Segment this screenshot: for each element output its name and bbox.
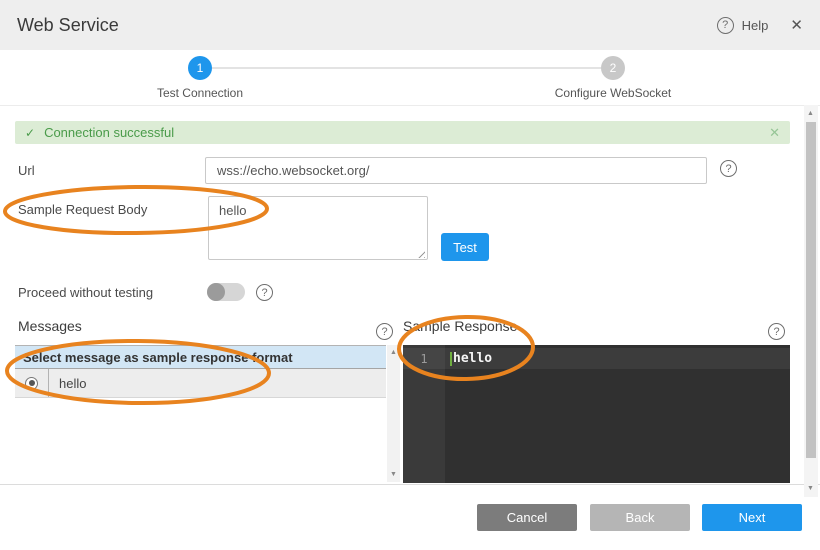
messages-table-header: Select message as sample response format	[15, 345, 386, 369]
wizard-stepper: 1 2 Test Connection Configure WebSocket	[0, 50, 820, 106]
scrollbar-thumb[interactable]	[806, 122, 816, 458]
scroll-down-icon[interactable]: ▼	[804, 485, 817, 492]
back-button[interactable]: Back	[590, 504, 690, 531]
dialog-header: Web Service ? Help ✕	[0, 0, 820, 50]
scroll-down-icon[interactable]: ▼	[387, 471, 400, 478]
url-help-icon[interactable]: ?	[720, 160, 737, 177]
sample-response-title: Sample Response	[403, 318, 517, 334]
proceed-label: Proceed without testing	[18, 285, 153, 300]
close-icon[interactable]: ✕	[790, 16, 803, 34]
messages-title: Messages	[18, 318, 82, 334]
messages-help-icon[interactable]: ?	[376, 323, 393, 340]
message-row-value: hello	[49, 376, 86, 391]
url-label: Url	[18, 163, 35, 178]
code-text: hello	[453, 351, 492, 366]
messages-table: Select message as sample response format…	[15, 345, 400, 482]
radio-selected[interactable]	[25, 377, 38, 390]
url-input[interactable]	[205, 157, 707, 184]
banner-close-icon[interactable]: ✕	[769, 125, 780, 141]
step-1-circle[interactable]: 1	[188, 56, 212, 80]
scroll-up-icon[interactable]: ▲	[804, 110, 817, 117]
next-button[interactable]: Next	[702, 504, 802, 531]
request-body-textarea[interactable]: hello	[208, 196, 428, 260]
proceed-help-icon[interactable]: ?	[256, 284, 273, 301]
dialog-title: Web Service	[17, 15, 119, 36]
step-1-label: Test Connection	[157, 86, 243, 100]
help-icon[interactable]: ?	[717, 17, 734, 34]
step-2-circle[interactable]: 2	[601, 56, 625, 80]
help-link[interactable]: Help	[742, 18, 769, 33]
test-button[interactable]: Test	[441, 233, 489, 261]
messages-scrollbar[interactable]: ▲ ▼	[387, 345, 400, 482]
code-line: 1 hello	[403, 348, 790, 369]
message-row[interactable]: hello	[15, 369, 386, 398]
sample-response-editor[interactable]: 1 hello	[403, 345, 790, 483]
proceed-toggle[interactable]	[207, 283, 245, 301]
toggle-knob	[207, 283, 225, 301]
header-actions: ? Help ✕	[717, 16, 803, 34]
main-scrollbar[interactable]: ▲ ▼	[804, 105, 818, 497]
success-banner-text: Connection successful	[44, 125, 174, 140]
line-number: 1	[403, 352, 445, 366]
success-banner: ✓ Connection successful ✕	[15, 121, 790, 144]
editor-caret	[450, 352, 452, 366]
radio-dot	[29, 380, 35, 386]
web-service-dialog: Web Service ? Help ✕ 1 2 Test Connection…	[0, 0, 820, 550]
request-body-label: Sample Request Body	[18, 202, 147, 217]
dialog-footer: Cancel Back Next	[0, 484, 820, 550]
stepper-connector	[212, 67, 602, 69]
sample-response-help-icon[interactable]: ?	[768, 323, 785, 340]
radio-cell	[15, 369, 49, 397]
cancel-button[interactable]: Cancel	[477, 504, 577, 531]
step-2-label: Configure WebSocket	[555, 86, 672, 100]
check-icon: ✓	[25, 126, 35, 140]
scroll-up-icon[interactable]: ▲	[387, 349, 400, 356]
